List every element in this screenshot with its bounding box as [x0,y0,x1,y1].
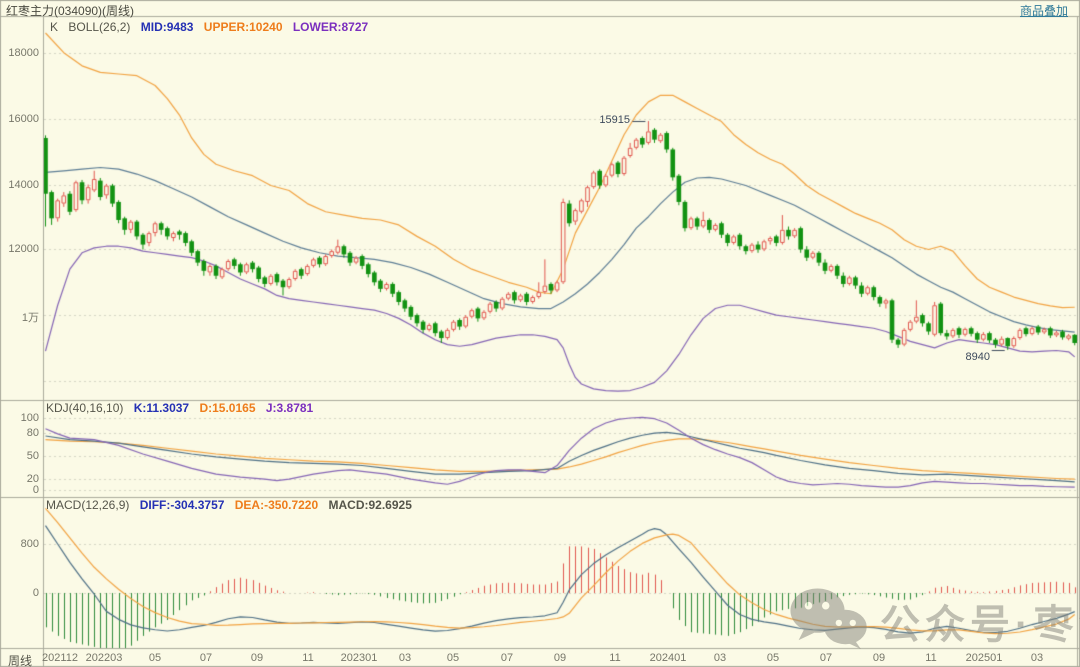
kdj-j-value: J:3.8781 [265,401,314,415]
x-axis-label: 07 [199,652,213,664]
y-axis-label-kdj: 0 [32,484,39,496]
y-axis-label-kdj: 80 [26,427,39,439]
y-axis-label-main: 16000 [8,113,39,125]
macd-legend: MACD(12,26,9) DIFF:-304.3757 DEA:-350.72… [46,498,419,512]
period-label: 周线 [8,654,33,667]
kdj-d-value: D:15.0165 [199,401,256,415]
y-axis-label-main: 12000 [8,243,39,255]
macd-params: MACD(12,26,9) [46,498,130,512]
kdj-k-value: K:11.3037 [133,401,190,415]
y-axis-label-kdj: 100 [20,412,39,424]
y-axis-label-main: 18000 [8,47,39,59]
x-axis-label: 202401 [649,652,687,664]
price-annotation-low: 8940 [965,351,990,363]
x-axis-label: 05 [446,652,460,664]
x-axis-label: 09 [250,652,264,664]
x-axis-label: 03 [713,652,727,664]
macd-macd-value: MACD:92.6925 [328,498,412,512]
wechat-icon [788,586,870,655]
kdj-legend: KDJ(40,16,10) K:11.3037 D:15.0165 J:3.87… [46,401,320,415]
x-axis-label: 202203 [85,652,123,664]
legend-boll: BOLL(26,2) [68,20,131,34]
x-axis-label: 05 [148,652,162,664]
y-axis-label-main: 14000 [8,179,39,191]
x-axis-label: 09 [553,652,567,664]
overlay-add-link[interactable]: 商品叠加 [1020,2,1068,19]
legend-k: K [50,20,59,34]
boll-upper-value: UPPER:10240 [203,20,283,34]
watermark-text: 公众号·枣汇 [880,602,1080,647]
macd-dea-value: DEA:-350.7220 [234,498,319,512]
macd-diff-value: DIFF:-304.3757 [139,498,225,512]
boll-lower-value: LOWER:8727 [292,20,369,34]
chart-canvas[interactable] [0,0,1080,667]
x-axis-label: 11 [609,652,621,664]
y-axis-label-main: 1万 [21,312,39,324]
watermark: 公众号·枣汇 [788,586,1080,655]
y-axis-label-kdj: 50 [26,450,39,462]
price-annotation-high: 15915 [599,114,630,126]
chart-app: 红枣主力(034090)(周线) 商品叠加 K BOLL(26,2) MID:9… [0,0,1080,667]
boll-mid-value: MID:9483 [140,20,194,34]
y-axis-label-macd: 800 [20,538,39,550]
boll-legend: K BOLL(26,2) MID:9483 UPPER:10240 LOWER:… [50,20,375,34]
kdj-params: KDJ(40,16,10) [46,401,124,415]
x-axis-label: 11 [302,652,314,664]
x-axis-label: 07 [500,652,514,664]
page-title: 红枣主力(034090)(周线) [6,4,135,18]
y-axis-label-macd: 0 [32,587,39,599]
